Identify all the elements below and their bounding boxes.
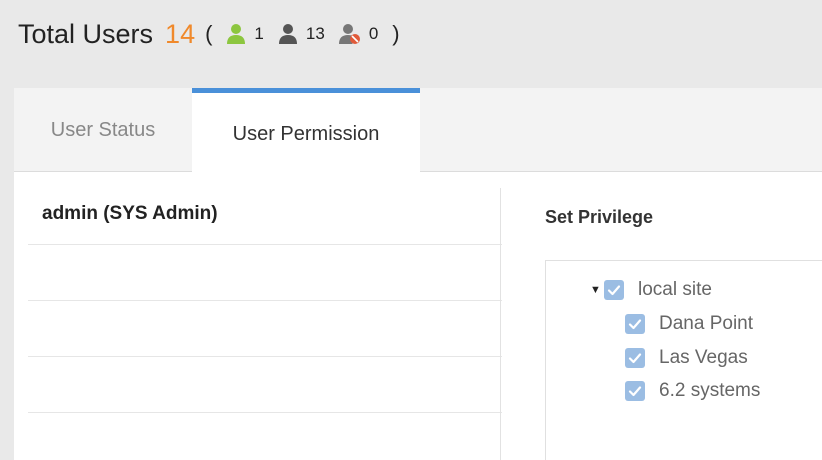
user-list-item[interactable]: [28, 357, 502, 413]
expand-arrow-icon[interactable]: ▼: [590, 284, 604, 296]
check-icon: [628, 319, 642, 330]
tree-node-label: local site: [638, 279, 712, 300]
tree-node-dana-point[interactable]: Dana Point: [625, 313, 753, 335]
checkbox-las-vegas[interactable]: [625, 348, 645, 368]
user-list: admin (SYS Admin): [28, 188, 502, 460]
offline-users-count: 13: [305, 24, 325, 43]
checkbox-dana-point[interactable]: [625, 314, 645, 334]
offline-users-stat: 13: [278, 23, 325, 45]
user-offline-icon: [278, 24, 297, 44]
permission-panel: admin (SYS Admin) Set Privilege ▼ local …: [14, 172, 822, 460]
tree-node-local-site[interactable]: ▼ local site: [590, 279, 712, 301]
tab-user-status-label: User Status: [50, 118, 156, 141]
tab-user-status[interactable]: User Status: [14, 88, 192, 172]
blocked-users-count: 0: [368, 24, 379, 43]
header: Total Users 14 ( 1 13 0 ): [18, 14, 400, 54]
online-users-count: 1: [254, 24, 264, 43]
check-icon: [628, 353, 642, 364]
privilege-tree: ▼ local site Dana Point Las Vegas 6.2 sy…: [545, 260, 822, 460]
user-online-icon: [227, 24, 246, 44]
tab-bar: User Status User Permission: [14, 88, 822, 173]
column-divider: [500, 188, 501, 460]
tree-node-label: 6.2 systems: [659, 380, 761, 401]
checkbox-local-site[interactable]: [604, 280, 624, 300]
tree-node-las-vegas[interactable]: Las Vegas: [625, 347, 748, 369]
paren-close: ): [392, 21, 400, 46]
blocked-users-stat: 0: [338, 23, 379, 45]
paren-open: (: [205, 21, 213, 46]
tab-user-permission-label: User Permission: [232, 123, 380, 145]
checkbox-6-2-systems[interactable]: [625, 381, 645, 401]
tree-node-label: Las Vegas: [659, 347, 748, 368]
online-users-stat: 1: [226, 23, 264, 45]
tree-node-6-2-systems[interactable]: 6.2 systems: [625, 380, 760, 402]
check-icon: [607, 285, 621, 296]
tab-user-permission[interactable]: User Permission: [192, 88, 420, 173]
user-list-item[interactable]: [28, 245, 502, 301]
user-list-item[interactable]: admin (SYS Admin): [28, 188, 502, 245]
user-list-item[interactable]: [28, 301, 502, 357]
set-privilege-title: Set Privilege: [545, 207, 654, 227]
user-blocked-icon: [338, 24, 360, 44]
check-icon: [628, 386, 642, 397]
total-users-count: 14: [165, 18, 196, 49]
tree-node-label: Dana Point: [659, 313, 754, 334]
user-name: admin (SYS Admin): [42, 203, 218, 224]
page-title: Total Users: [18, 18, 154, 49]
